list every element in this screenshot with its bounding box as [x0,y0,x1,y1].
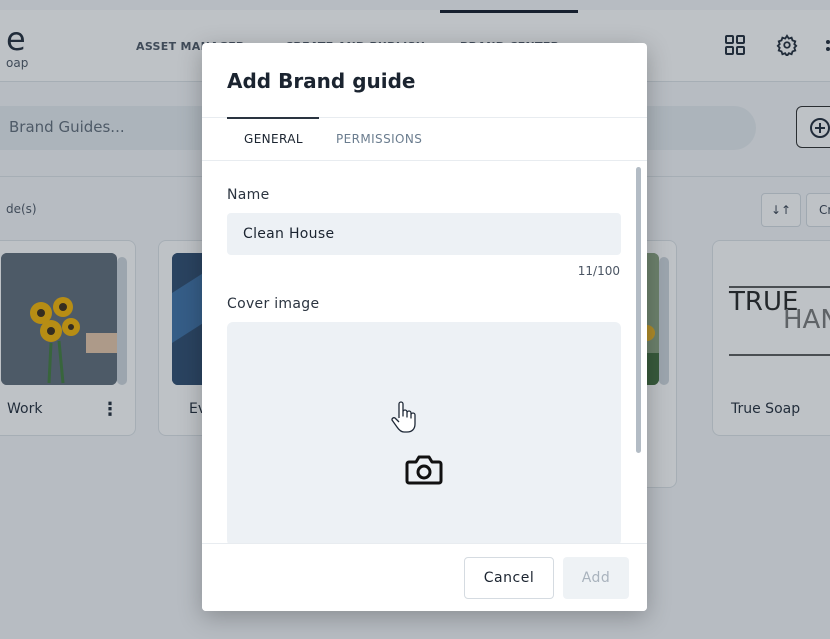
name-label: Name [227,187,270,203]
dialog-title: Add Brand guide [227,69,416,93]
cancel-button[interactable]: Cancel [464,557,554,599]
dialog-tabs: GENERAL PERMISSIONS [202,117,647,161]
tab-active-indicator [227,117,319,119]
name-character-counter: 11/100 [577,264,620,278]
cover-image-label: Cover image [227,296,320,312]
name-input[interactable] [227,213,621,255]
cover-image-upload[interactable] [227,322,621,546]
tab-permissions[interactable]: PERMISSIONS [336,132,422,146]
dialog-footer: Cancel Add [202,543,647,611]
dialog-scrollbar[interactable] [636,167,641,453]
add-button[interactable]: Add [563,557,629,599]
tab-general[interactable]: GENERAL [244,132,303,146]
hand-pointer-icon [391,401,416,433]
camera-icon[interactable] [405,454,443,486]
add-brand-guide-dialog: Add Brand guide GENERAL PERMISSIONS Name… [202,43,647,611]
